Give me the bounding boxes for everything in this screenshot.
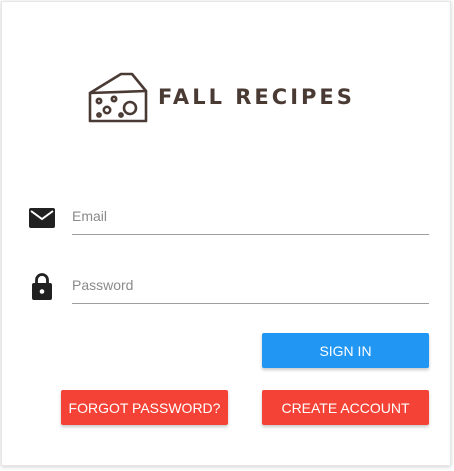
create-account-button[interactable]: CREATE ACCOUNT xyxy=(262,390,429,425)
login-card: FALL RECIPES SIGN IN FORGOT PASSWORD? CR… xyxy=(1,1,451,466)
app-title: FALL RECIPES xyxy=(158,85,355,109)
cheese-icon xyxy=(88,72,148,123)
password-field[interactable] xyxy=(72,267,429,303)
lock-icon xyxy=(32,273,52,300)
mail-icon xyxy=(29,208,55,228)
sign-in-button[interactable]: SIGN IN xyxy=(262,333,429,368)
app-logo: FALL RECIPES xyxy=(88,71,378,127)
password-field-container xyxy=(72,267,429,304)
email-field-container xyxy=(72,198,429,235)
forgot-password-button[interactable]: FORGOT PASSWORD? xyxy=(61,390,228,425)
email-field[interactable] xyxy=(72,198,429,234)
